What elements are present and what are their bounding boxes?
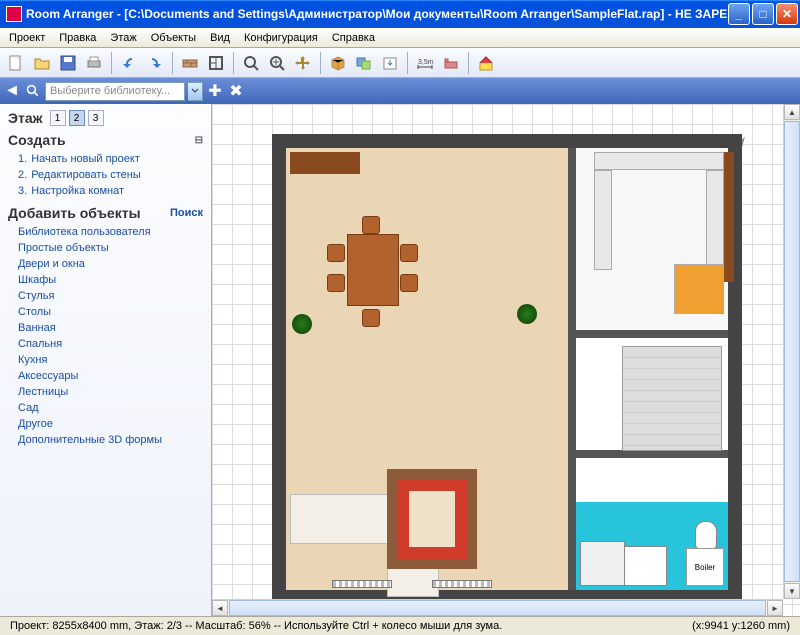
menu-floor[interactable]: Этаж — [103, 30, 143, 46]
measure-button[interactable]: 3,5m — [413, 51, 437, 75]
minimize-button[interactable]: _ — [728, 3, 750, 25]
export-button[interactable] — [378, 51, 402, 75]
menu-objects[interactable]: Объекты — [144, 30, 203, 46]
menu-view[interactable]: Вид — [203, 30, 237, 46]
create-section-header: Создать ⊟ — [8, 132, 203, 148]
cat-wardrobes[interactable]: Шкафы — [8, 272, 203, 288]
app-icon — [6, 6, 22, 22]
print-button[interactable] — [82, 51, 106, 75]
gallery-button[interactable] — [352, 51, 376, 75]
maximize-button[interactable]: □ — [752, 3, 774, 25]
scroll-down-button[interactable]: ▼ — [784, 583, 800, 599]
3d-view-button[interactable] — [326, 51, 350, 75]
cat-bedroom[interactable]: Спальня — [8, 336, 203, 352]
floor-label: Этаж — [8, 110, 43, 126]
cat-tables[interactable]: Столы — [8, 304, 203, 320]
scroll-left-button[interactable]: ◄ — [212, 600, 228, 616]
menu-project[interactable]: Проект — [2, 30, 52, 46]
floorplan[interactable]: Boiler — [272, 134, 742, 604]
menu-config[interactable]: Конфигурация — [237, 30, 325, 46]
collapse-icon[interactable]: ⊟ — [195, 135, 203, 146]
cat-doors-windows[interactable]: Двери и окна — [8, 256, 203, 272]
zoom-fit-button[interactable] — [265, 51, 289, 75]
cat-chairs[interactable]: Стулья — [8, 288, 203, 304]
titlebar: Room Arranger - [C:\Documents and Settin… — [0, 0, 800, 28]
cat-garden[interactable]: Сад — [8, 400, 203, 416]
menu-help[interactable]: Справка — [325, 30, 382, 46]
search-link[interactable]: Поиск — [170, 207, 203, 219]
cat-accessories[interactable]: Аксессуары — [8, 368, 203, 384]
boiler-label: Boiler — [686, 548, 724, 586]
library-search-field[interactable]: Выберите библиотеку... — [45, 82, 185, 101]
home-button[interactable] — [474, 51, 498, 75]
library-dropdown-button[interactable] — [188, 82, 203, 101]
toolbar-search: ◄ Выберите библиотеку... ✚ ✖ — [0, 78, 800, 104]
floor-3-button[interactable]: 3 — [88, 110, 104, 126]
close-panel-button[interactable]: ✖ — [227, 82, 245, 100]
create-edit-walls[interactable]: 2.Редактировать стены — [8, 167, 203, 183]
close-button[interactable]: ✕ — [776, 3, 798, 25]
statusbar: Проект: 8255x8400 mm, Этаж: 2/3 -- Масшт… — [0, 616, 800, 635]
walls-button[interactable] — [178, 51, 202, 75]
floor-2-button[interactable]: 2 — [69, 110, 85, 126]
cat-other[interactable]: Другое — [8, 416, 203, 432]
floor-selector: Этаж 1 2 3 — [8, 110, 203, 126]
furniture-button[interactable] — [439, 51, 463, 75]
add-objects-header: Добавить объекты Поиск — [8, 205, 203, 221]
cat-3d-shapes[interactable]: Дополнительные 3D формы — [8, 432, 203, 448]
cat-user-library[interactable]: Библиотека пользователя — [8, 224, 203, 240]
save-button[interactable] — [56, 51, 80, 75]
cat-stairs[interactable]: Лестницы — [8, 384, 203, 400]
floorplan-canvas[interactable]: Boiler ▲ ▼ ◄ ► — [212, 104, 800, 616]
sidebar: Этаж 1 2 3 Создать ⊟ 1.Начать новый прое… — [0, 104, 212, 616]
cat-kitchen[interactable]: Кухня — [8, 352, 203, 368]
cat-bathroom[interactable]: Ванная — [8, 320, 203, 336]
menu-edit[interactable]: Правка — [52, 30, 103, 46]
zoom-button[interactable] — [239, 51, 263, 75]
add-panel-button[interactable]: ✚ — [206, 82, 224, 100]
toolbar-main: 3,5m — [0, 48, 800, 78]
floor-1-button[interactable]: 1 — [50, 110, 66, 126]
cat-simple-objects[interactable]: Простые объекты — [8, 240, 203, 256]
scroll-thumb-v[interactable] — [784, 121, 800, 582]
menubar: Проект Правка Этаж Объекты Вид Конфигура… — [0, 28, 800, 48]
svg-text:3,5m: 3,5m — [418, 59, 434, 66]
pan-button[interactable] — [291, 51, 315, 75]
status-coords: (x:9941 y:1260 mm) — [686, 620, 796, 632]
open-button[interactable] — [30, 51, 54, 75]
scrollbar-vertical[interactable]: ▲ ▼ — [783, 104, 800, 599]
search-icon[interactable] — [24, 82, 42, 100]
nav-back-button[interactable]: ◄ — [3, 82, 21, 100]
window-title: Room Arranger - [C:\Documents and Settin… — [26, 7, 728, 21]
create-room-setup[interactable]: 3.Настройка комнат — [8, 183, 203, 199]
redo-button[interactable] — [143, 51, 167, 75]
scroll-thumb-h[interactable] — [229, 600, 766, 616]
scroll-right-button[interactable]: ► — [767, 600, 783, 616]
scrollbar-horizontal[interactable]: ◄ ► — [212, 599, 783, 616]
rooms-button[interactable] — [204, 51, 228, 75]
scroll-up-button[interactable]: ▲ — [784, 104, 800, 120]
status-info: Проект: 8255x8400 mm, Этаж: 2/3 -- Масшт… — [4, 620, 508, 632]
new-button[interactable] — [4, 51, 28, 75]
create-new-project[interactable]: 1.Начать новый проект — [8, 151, 203, 167]
undo-button[interactable] — [117, 51, 141, 75]
